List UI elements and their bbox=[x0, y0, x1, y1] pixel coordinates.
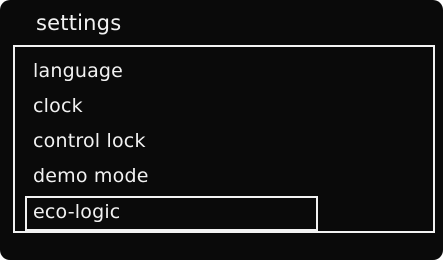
page-title: settings bbox=[36, 11, 122, 35]
menu-item-eco-logic[interactable]: eco-logic bbox=[33, 199, 120, 225]
settings-screen: settings language clock control lock dem… bbox=[0, 0, 443, 260]
menu-item-demo-mode[interactable]: demo mode bbox=[33, 163, 149, 189]
menu-item-language[interactable]: language bbox=[33, 58, 123, 84]
menu-item-control-lock[interactable]: control lock bbox=[33, 128, 146, 154]
menu-item-clock[interactable]: clock bbox=[33, 93, 83, 119]
